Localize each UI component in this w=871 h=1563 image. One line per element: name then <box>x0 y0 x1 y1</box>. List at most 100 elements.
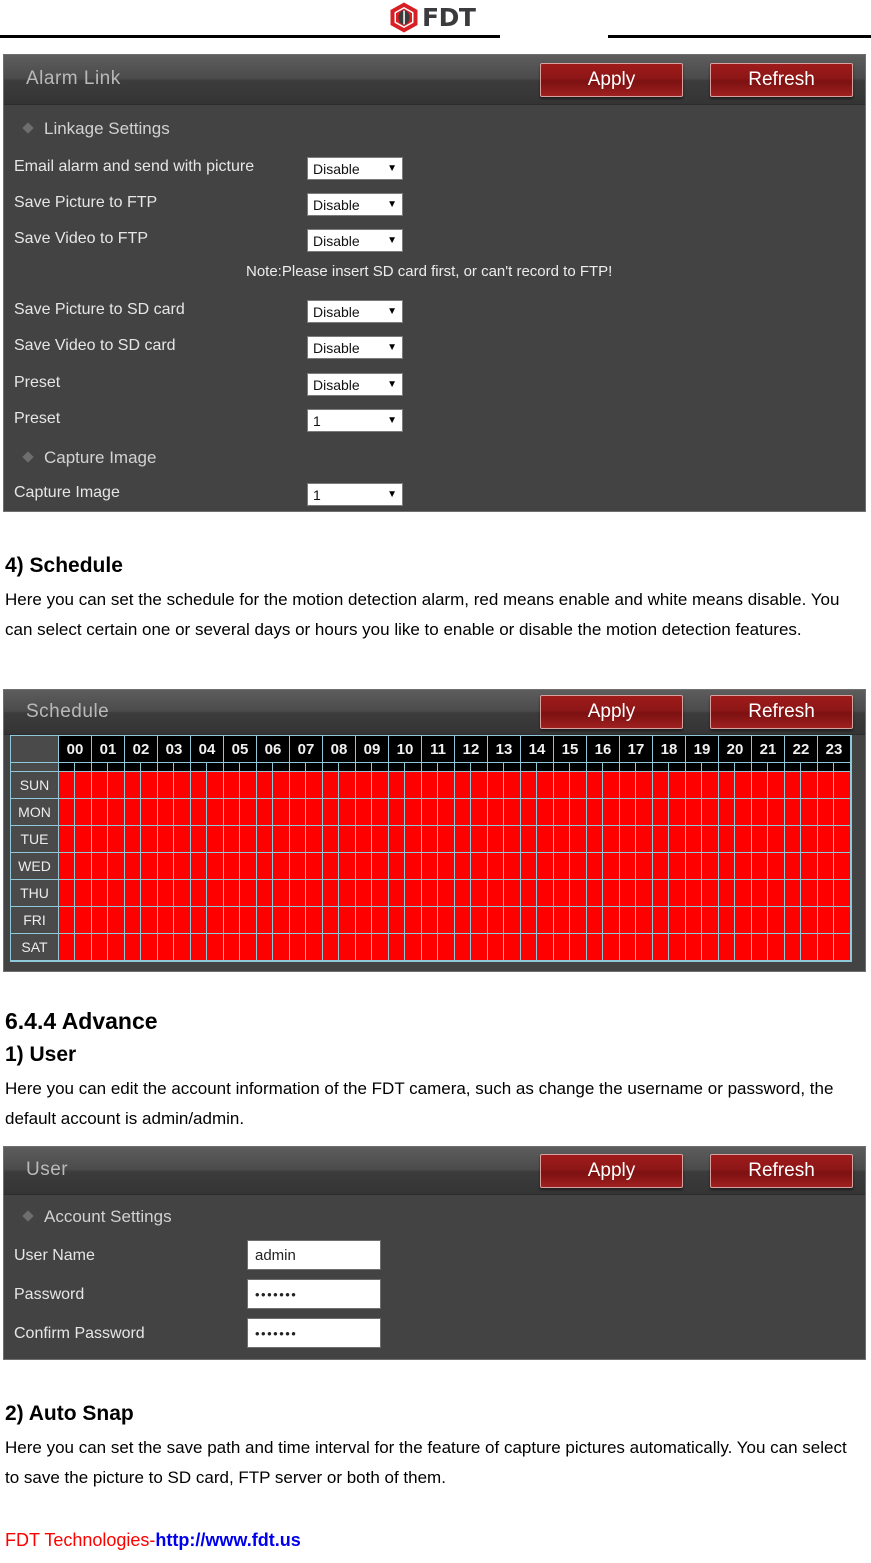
schedule-cell[interactable] <box>75 772 92 799</box>
schedule-grid[interactable]: 00 01 02 03 04 05 06 07 08 09 10 11 12 13 14 15 16 17 18 19… <box>10 735 852 962</box>
schedule-cell[interactable] <box>702 853 719 880</box>
schedule-cell[interactable] <box>174 826 191 853</box>
schedule-cell[interactable] <box>834 853 851 880</box>
schedule-cell[interactable] <box>59 853 75 880</box>
schedule-cell[interactable] <box>224 772 240 799</box>
schedule-cell[interactable] <box>174 772 191 799</box>
schedule-cell[interactable] <box>323 799 339 826</box>
schedule-cell[interactable] <box>125 853 141 880</box>
schedule-cell[interactable] <box>488 853 504 880</box>
schedule-cell[interactable] <box>801 772 818 799</box>
schedule-cell[interactable] <box>438 880 455 907</box>
schedule-cell[interactable] <box>603 907 620 934</box>
schedule-cell[interactable] <box>686 907 702 934</box>
schedule-cell[interactable] <box>471 853 488 880</box>
schedule-cell[interactable] <box>158 853 174 880</box>
schedule-cell[interactable] <box>752 934 768 961</box>
schedule-cell[interactable] <box>554 907 570 934</box>
select-save-video-sd[interactable]: Disable ▼ <box>307 336 403 359</box>
schedule-cell[interactable] <box>372 826 389 853</box>
schedule-cell[interactable] <box>306 772 323 799</box>
schedule-cell[interactable] <box>735 853 752 880</box>
schedule-cell[interactable] <box>108 826 125 853</box>
schedule-cell[interactable] <box>389 799 405 826</box>
schedule-cell[interactable] <box>273 799 290 826</box>
schedule-cell[interactable] <box>59 880 75 907</box>
schedule-cell[interactable] <box>158 907 174 934</box>
schedule-cell[interactable] <box>801 907 818 934</box>
schedule-cell[interactable] <box>191 934 207 961</box>
schedule-cell[interactable] <box>455 853 471 880</box>
refresh-button[interactable]: Refresh <box>710 1154 853 1188</box>
schedule-cell[interactable] <box>257 853 273 880</box>
schedule-cell[interactable] <box>389 880 405 907</box>
schedule-cell[interactable] <box>59 907 75 934</box>
schedule-cell[interactable] <box>735 907 752 934</box>
schedule-cell[interactable] <box>158 772 174 799</box>
schedule-cell[interactable] <box>719 826 735 853</box>
schedule-cell[interactable] <box>92 880 108 907</box>
schedule-cell[interactable] <box>174 934 191 961</box>
schedule-cell[interactable] <box>554 880 570 907</box>
schedule-cell[interactable] <box>207 853 224 880</box>
user-name-input[interactable]: admin <box>247 1240 381 1270</box>
schedule-cell[interactable] <box>323 880 339 907</box>
schedule-cell[interactable] <box>653 934 669 961</box>
schedule-cell[interactable] <box>488 772 504 799</box>
schedule-cell[interactable] <box>141 907 158 934</box>
schedule-cell[interactable] <box>752 772 768 799</box>
schedule-cell[interactable] <box>257 907 273 934</box>
schedule-cell[interactable] <box>785 880 801 907</box>
schedule-cell[interactable] <box>471 934 488 961</box>
schedule-cell[interactable] <box>768 772 785 799</box>
schedule-cell[interactable] <box>422 934 438 961</box>
schedule-cell[interactable] <box>653 826 669 853</box>
schedule-cell[interactable] <box>719 880 735 907</box>
schedule-cell[interactable] <box>669 934 686 961</box>
footer-url[interactable]: http://www.fdt.us <box>155 1530 300 1550</box>
schedule-cell[interactable] <box>570 853 587 880</box>
schedule-cell[interactable] <box>75 826 92 853</box>
schedule-cell[interactable] <box>356 934 372 961</box>
schedule-cell[interactable] <box>191 826 207 853</box>
schedule-cell[interactable] <box>554 853 570 880</box>
schedule-cell[interactable] <box>471 799 488 826</box>
schedule-cell[interactable] <box>818 799 834 826</box>
schedule-cell[interactable] <box>108 853 125 880</box>
schedule-cell[interactable] <box>537 853 554 880</box>
schedule-cell[interactable] <box>504 772 521 799</box>
schedule-cell[interactable] <box>834 934 851 961</box>
schedule-cell[interactable] <box>174 907 191 934</box>
schedule-cell[interactable] <box>224 907 240 934</box>
schedule-cell[interactable] <box>257 826 273 853</box>
schedule-cell[interactable] <box>240 772 257 799</box>
schedule-cell[interactable] <box>603 853 620 880</box>
schedule-cell[interactable] <box>405 880 422 907</box>
schedule-cell[interactable] <box>422 799 438 826</box>
schedule-cell[interactable] <box>603 772 620 799</box>
schedule-cell[interactable] <box>785 853 801 880</box>
schedule-cell[interactable] <box>554 799 570 826</box>
schedule-cell[interactable] <box>702 799 719 826</box>
schedule-cell[interactable] <box>372 772 389 799</box>
schedule-cell[interactable] <box>587 799 603 826</box>
schedule-cell[interactable] <box>224 880 240 907</box>
schedule-cell[interactable] <box>570 907 587 934</box>
schedule-cell[interactable] <box>174 880 191 907</box>
schedule-cell[interactable] <box>141 880 158 907</box>
schedule-cell[interactable] <box>59 934 75 961</box>
schedule-cell[interactable] <box>339 799 356 826</box>
schedule-cell[interactable] <box>339 880 356 907</box>
schedule-cell[interactable] <box>125 934 141 961</box>
schedule-cell[interactable] <box>389 853 405 880</box>
select-capture-image[interactable]: 1 ▼ <box>307 483 403 506</box>
schedule-cell[interactable] <box>669 907 686 934</box>
schedule-cell[interactable] <box>306 853 323 880</box>
schedule-cell[interactable] <box>719 907 735 934</box>
apply-button[interactable]: Apply <box>540 1154 683 1188</box>
schedule-cell[interactable] <box>207 826 224 853</box>
schedule-cell[interactable] <box>834 907 851 934</box>
schedule-cell[interactable] <box>290 880 306 907</box>
schedule-cell[interactable] <box>636 880 653 907</box>
schedule-cell[interactable] <box>422 880 438 907</box>
